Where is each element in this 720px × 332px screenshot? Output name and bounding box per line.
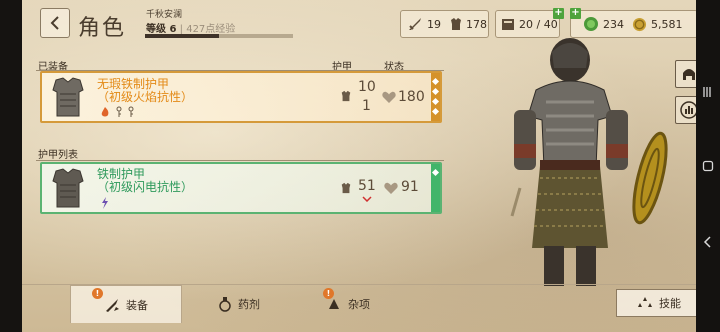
- armor-stat-icon: [341, 182, 351, 194]
- skills-icon: [638, 297, 652, 307]
- skills-label: 技能: [659, 297, 681, 310]
- tab-misc-label: 杂项: [348, 298, 370, 311]
- currency-plus-icon[interactable]: +: [570, 8, 581, 19]
- equipped-condition: 180: [398, 89, 425, 105]
- equipped-item-name: 无瑕铁制护甲 （初级火焰抗性）: [97, 78, 193, 104]
- key-icon: [128, 106, 134, 117]
- list-item-condition: 91: [401, 179, 419, 195]
- armor-value: 178: [466, 17, 487, 31]
- back-nav-icon[interactable]: [701, 236, 715, 250]
- misc-alert-icon: !: [323, 288, 334, 299]
- equipment-alert-icon: !: [92, 288, 103, 299]
- divider: [36, 160, 444, 161]
- equipped-armor-card[interactable]: 无瑕铁制护甲 （初级火焰抗性） 10 1 180: [40, 71, 442, 123]
- armor-list-item[interactable]: 铁制护甲 （初级闪电抗性） 51 91: [40, 162, 442, 214]
- armor-stat-icon: [341, 90, 351, 102]
- rarity-stripe: [431, 73, 440, 121]
- inventory-icon: [502, 19, 514, 30]
- recents-icon[interactable]: [701, 86, 715, 100]
- potion-icon: [219, 297, 231, 312]
- lightning-resist-icon: [102, 197, 108, 209]
- gem-value: 234: [603, 17, 624, 31]
- back-button[interactable]: [40, 8, 70, 38]
- fire-resist-icon: [101, 107, 109, 117]
- iron-armor-icon: [52, 77, 84, 117]
- attack-value: 19: [427, 17, 441, 31]
- heart-icon: [382, 91, 396, 103]
- equipped-item-name-line2: （初级火焰抗性）: [97, 90, 194, 104]
- home-icon[interactable]: [701, 160, 715, 174]
- combat-stats: 19 178: [400, 10, 489, 38]
- left-edge: [0, 0, 22, 332]
- character-model: [510, 38, 668, 286]
- key-icon: [116, 106, 122, 117]
- rarity-stripe: [431, 164, 440, 212]
- gold-value: 5,581: [651, 17, 683, 31]
- page-title: 角色: [78, 16, 127, 41]
- chevron-down-icon: [362, 196, 372, 202]
- heart-icon: [384, 182, 398, 194]
- equipped-armor-top: 10: [358, 79, 376, 95]
- gold-coin-icon: [632, 17, 647, 31]
- armor-icon: [451, 18, 461, 30]
- inventory-box[interactable]: 20 / 40: [495, 10, 560, 38]
- sword-icon: [409, 18, 421, 30]
- tab-equipment-label: 装备: [126, 298, 148, 312]
- tab-equipment[interactable]: 装备: [70, 285, 182, 323]
- iron-armor-icon: [52, 168, 84, 208]
- tab-misc[interactable]: 杂项: [326, 285, 396, 323]
- system-nav-bar: [696, 0, 720, 332]
- list-item-name: 铁制护甲 （初级闪电抗性）: [97, 168, 193, 194]
- list-item-armor: 51: [358, 178, 376, 194]
- tab-potions-label: 药剂: [238, 298, 260, 311]
- armor-list-label: 护甲列表: [38, 150, 78, 161]
- currency-box: 234 5,581: [570, 10, 698, 38]
- skills-button[interactable]: 技能: [616, 289, 702, 317]
- equipped-armor-bottom: 1: [362, 98, 371, 114]
- gem-icon: [584, 17, 598, 31]
- chevron-left-icon: [50, 16, 59, 30]
- inventory-value: 20 / 40: [519, 17, 558, 31]
- xp-bar: [145, 34, 293, 38]
- inventory-plus-icon[interactable]: +: [553, 8, 564, 19]
- tab-potions[interactable]: 药剂: [218, 285, 288, 323]
- list-item-name-line2: （初级闪电抗性）: [97, 180, 194, 194]
- equipment-icon: [106, 298, 119, 312]
- xp-bar-fill: [145, 34, 219, 38]
- player-name: 千秋安澜: [146, 10, 183, 20]
- level-line: 等级 6 | 427点经验: [146, 24, 236, 35]
